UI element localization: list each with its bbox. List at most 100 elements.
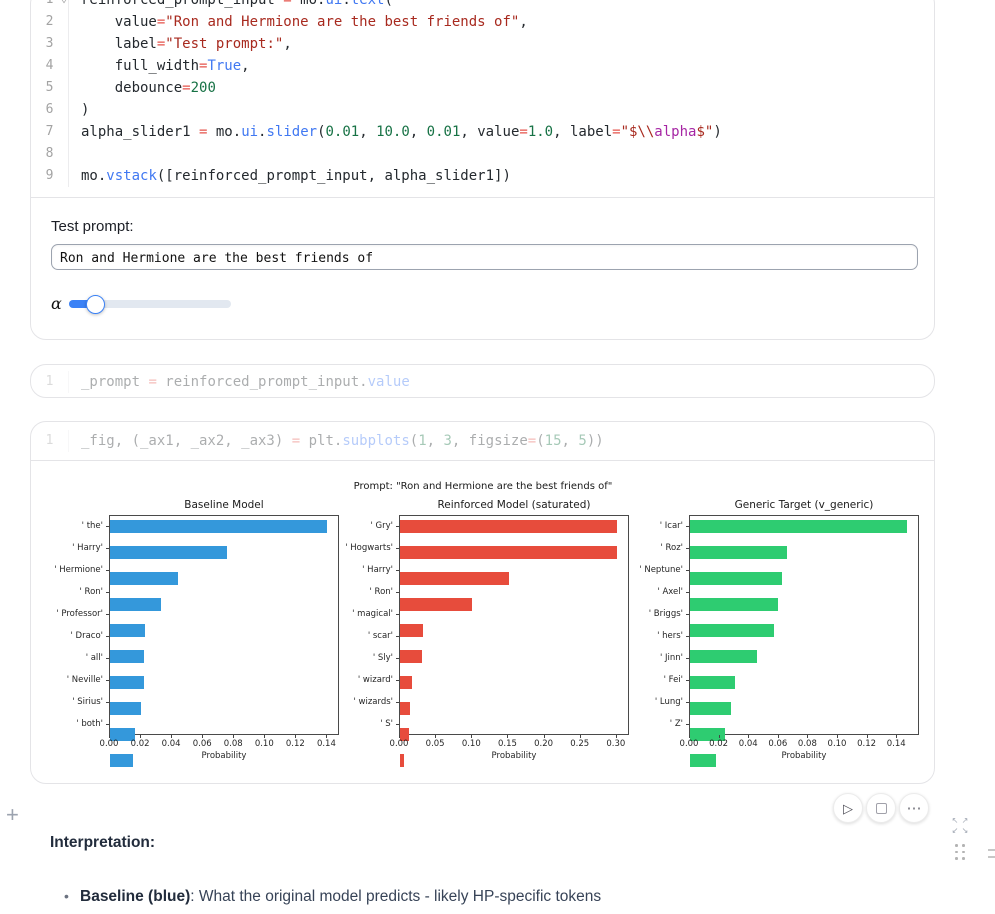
y-tick-label: ' hers' (633, 625, 689, 647)
fold-chevron-icon[interactable]: ⌄ (61, 0, 67, 11)
y-tick-label: ' all' (53, 647, 109, 669)
bar (400, 702, 410, 715)
y-tick-label: ' magical' (343, 603, 399, 625)
y-tick-label: ' Axel' (633, 581, 689, 603)
test-prompt-label: Test prompt: (51, 218, 914, 235)
x-tick-label: 0.14 (887, 739, 906, 749)
code-text: _fig, (_ax1, _ax2, _ax3) = plt.subplots(… (69, 430, 604, 452)
more-actions-button[interactable]: ⋯ (899, 793, 929, 823)
x-tick-label: 0.05 (426, 739, 445, 749)
markdown-output: Interpretation: • Baseline (blue): What … (50, 834, 790, 906)
figure-suptitle: Prompt: "Ron and Hermione are the best f… (53, 481, 913, 495)
y-tick-label: ' Harry' (343, 559, 399, 581)
code-cell-prompt-var: 1_prompt = reinforced_prompt_input.value (30, 364, 935, 398)
interpretation-heading: Interpretation: (50, 834, 790, 852)
alpha-slider-thumb[interactable] (86, 295, 105, 314)
plot-area (109, 515, 339, 735)
bar (400, 546, 617, 559)
y-tick-label: ' both' (53, 713, 109, 735)
code-line: 9mo.vstack([reinforced_prompt_input, alp… (31, 165, 934, 187)
x-tick-label: 0.02 (709, 739, 728, 749)
bar (400, 598, 472, 611)
subplot: Generic Target (v_generic)' Icar'' Roz''… (633, 499, 923, 763)
y-tick-label: ' Ron' (343, 581, 399, 603)
code-editor[interactable]: 1⌄reinforced_prompt_input = mo.ui.text(2… (31, 0, 934, 197)
run-cell-button[interactable]: ▷ (833, 793, 863, 823)
bar (110, 598, 161, 611)
y-tick-label: ' Neville' (53, 669, 109, 691)
code-line: 1_prompt = reinforced_prompt_input.value (31, 371, 934, 393)
alpha-slider-row: α (51, 294, 914, 313)
bar (110, 520, 327, 533)
y-tick-label: ' Jinn' (633, 647, 689, 669)
code-text (69, 143, 81, 165)
line-number: 4 (31, 55, 69, 77)
code-cell-prompt-widgets: 1⌄reinforced_prompt_input = mo.ui.text(2… (30, 0, 935, 340)
x-tick-label: 0.08 (224, 739, 243, 749)
subplot-title: Reinforced Model (saturated) (399, 499, 629, 512)
y-tick-label: ' Briggs' (633, 603, 689, 625)
line-number: 2 (31, 11, 69, 33)
stop-icon (876, 803, 887, 814)
x-tick-label: 0.15 (498, 739, 517, 749)
bar (690, 754, 716, 767)
x-tick-label: 0.10 (462, 739, 481, 749)
alpha-label: α (51, 294, 69, 313)
y-tick-label: ' the' (53, 515, 109, 537)
code-editor[interactable]: 1_fig, (_ax1, _ax2, _ax3) = plt.subplots… (31, 422, 934, 460)
cell-output-figure: Prompt: "Ron and Hermione are the best f… (31, 460, 934, 783)
bar (400, 520, 617, 533)
bar (690, 520, 907, 533)
expand-output-icon[interactable]: ↖↗↙↘ (950, 816, 970, 836)
code-line: 8 (31, 143, 934, 165)
code-line: 2 value="Ron and Hermione are the best f… (31, 11, 934, 33)
code-text: _prompt = reinforced_prompt_input.value (69, 371, 410, 393)
code-line: 1⌄reinforced_prompt_input = mo.ui.text( (31, 0, 934, 11)
code-line: 1_fig, (_ax1, _ax2, _ax3) = plt.subplots… (31, 430, 934, 452)
bar (110, 676, 144, 689)
line-number: 9 (31, 165, 69, 187)
cell-output-widgets: Test prompt: α (31, 197, 934, 339)
x-tick-label: 0.00 (100, 739, 119, 749)
line-number: 8 (31, 143, 69, 165)
test-prompt-input[interactable] (51, 244, 918, 270)
x-tick-label: 0.04 (162, 739, 181, 749)
code-editor[interactable]: 1_prompt = reinforced_prompt_input.value (31, 365, 934, 399)
line-number: 7 (31, 121, 69, 143)
x-tick-label: 0.20 (534, 739, 553, 749)
code-cell-figure: 1_fig, (_ax1, _ax2, _ax3) = plt.subplots… (30, 421, 935, 784)
x-tick-label: 0.12 (857, 739, 876, 749)
play-icon: ▷ (843, 802, 853, 815)
bar (400, 676, 412, 689)
code-text: alpha_slider1 = mo.ui.slider(0.01, 10.0,… (69, 121, 722, 143)
y-tick-label: ' Hermione' (53, 559, 109, 581)
ellipsis-icon: ⋯ (907, 801, 922, 816)
marimo-notebook: 1⌄reinforced_prompt_input = mo.ui.text(2… (0, 0, 995, 914)
line-number: 3 (31, 33, 69, 55)
alpha-slider[interactable] (69, 300, 231, 308)
y-tick-label: ' Neptune' (633, 559, 689, 581)
drag-handle-icon[interactable] (955, 844, 965, 860)
bar (690, 702, 731, 715)
y-tick-label: ' Hogwarts' (343, 537, 399, 559)
stop-cell-button[interactable] (866, 793, 896, 823)
code-text: label="Test prompt:", (69, 33, 292, 55)
bar (110, 546, 227, 559)
y-tick-label: ' Sirius' (53, 691, 109, 713)
y-tick-label: ' scar' (343, 625, 399, 647)
bar (690, 650, 757, 663)
bar (110, 702, 141, 715)
bar (690, 572, 782, 585)
x-tick-label: 0.06 (193, 739, 212, 749)
line-number: 1 (31, 430, 69, 452)
x-tick-label: 0.06 (768, 739, 787, 749)
x-tick-label: 0.00 (390, 739, 409, 749)
x-tick-label: 0.02 (131, 739, 150, 749)
bar (110, 754, 133, 767)
subplot: Reinforced Model (saturated)' Gry'' Hogw… (343, 499, 633, 763)
line-number: 6 (31, 99, 69, 121)
add-cell-button[interactable]: + (6, 804, 19, 826)
bar (110, 572, 178, 585)
bullet-text: Baseline (blue): What the original model… (80, 888, 601, 906)
code-line: 7alpha_slider1 = mo.ui.slider(0.01, 10.0… (31, 121, 934, 143)
